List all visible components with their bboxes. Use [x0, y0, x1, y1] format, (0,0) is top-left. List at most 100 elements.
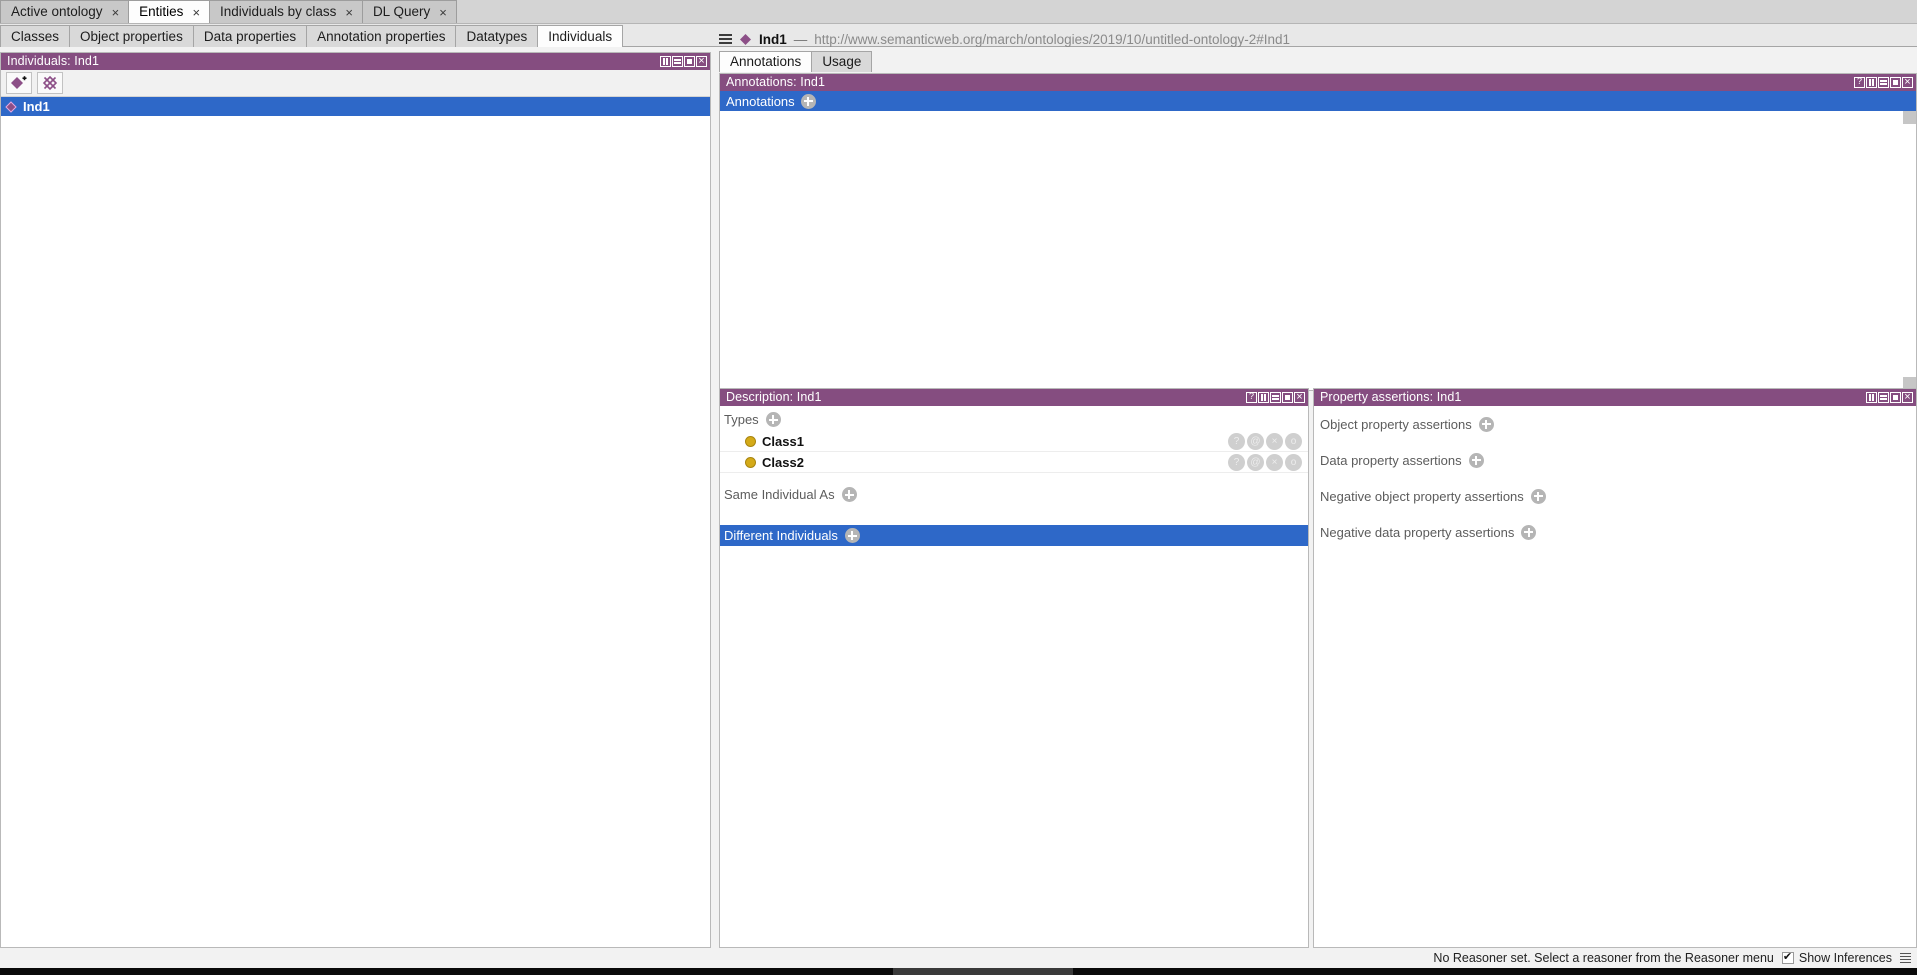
class-circle-icon: [745, 435, 756, 447]
edit-icon[interactable]: o: [1285, 433, 1302, 450]
section-same-individual-as[interactable]: Same Individual As: [720, 473, 1308, 506]
explain-icon[interactable]: ?: [1228, 454, 1245, 471]
add-annotation-button[interactable]: [800, 93, 816, 109]
section-different-individuals[interactable]: Different Individuals: [720, 525, 1308, 546]
property-assertions-panel-header: Property assertions: Ind1: [1314, 389, 1916, 406]
reasoner-status-text: No Reasoner set. Select a reasoner from …: [1433, 951, 1774, 965]
section-label: Negative object property assertions: [1320, 488, 1524, 504]
diamond-plus-icon: [11, 76, 27, 89]
add-individual-button[interactable]: [6, 72, 32, 94]
collapse-icon[interactable]: [672, 56, 683, 67]
section-label: Negative data property assertions: [1320, 524, 1515, 540]
close-icon[interactable]: [1902, 76, 1913, 88]
annotate-icon[interactable]: @: [1247, 454, 1264, 471]
tab-label: Usage: [822, 54, 862, 70]
tab-classes[interactable]: Classes: [0, 25, 71, 47]
tab-annotation-properties[interactable]: Annotation properties: [306, 25, 457, 47]
tab-label: Entities: [139, 4, 184, 20]
row-actions: ? @ × o: [1228, 454, 1302, 471]
tab-dl-query[interactable]: DL Query ×: [361, 0, 457, 23]
main-tab-bar: Active ontology × Entities × Individuals…: [0, 0, 1917, 24]
individuals-panel: Individuals: Ind1 × Ind1: [0, 52, 711, 948]
delete-icon[interactable]: ×: [1266, 433, 1283, 450]
show-inferences-checkbox[interactable]: [1781, 950, 1794, 964]
tab-individuals[interactable]: Individuals: [537, 25, 624, 47]
close-icon[interactable]: [696, 55, 707, 67]
add-data-property-assertion-button[interactable]: [1468, 452, 1484, 468]
split-view-icon[interactable]: [1866, 77, 1877, 88]
section-types[interactable]: Types: [720, 406, 1308, 431]
annotations-panel: Annotations: Ind1 Annotations: [719, 73, 1917, 391]
collapse-icon[interactable]: [1270, 392, 1281, 403]
individual-diamond-icon: [5, 100, 17, 113]
panel-controls: [1866, 391, 1913, 403]
protege-window: Active ontology × Entities × Individuals…: [0, 0, 1917, 975]
add-type-button[interactable]: [765, 412, 781, 427]
close-icon[interactable]: ×: [192, 6, 200, 19]
window-bottom-edge: [0, 968, 1917, 975]
tab-object-properties[interactable]: Object properties: [69, 25, 194, 47]
type-row-class1[interactable]: Class1 ? @ × o: [720, 431, 1308, 452]
section-label: Annotations: [726, 93, 795, 109]
type-row-class2[interactable]: Class2 ? @ × o: [720, 452, 1308, 473]
tab-label: Active ontology: [11, 4, 103, 20]
add-object-property-assertion-button[interactable]: [1478, 416, 1494, 432]
tab-datatypes[interactable]: Datatypes: [455, 25, 539, 47]
explain-icon[interactable]: ?: [1228, 433, 1245, 450]
description-panel-header: Description: Ind1: [720, 389, 1308, 406]
add-negative-data-property-assertion-button[interactable]: [1521, 524, 1537, 540]
section-label: Types: [724, 412, 759, 427]
section-data-property-assertions[interactable]: Data property assertions: [1314, 442, 1916, 478]
add-negative-object-property-assertion-button[interactable]: [1530, 488, 1546, 504]
entity-iri-bar: Ind1 — http://www.semanticweb.org/march/…: [719, 28, 1917, 50]
add-same-individual-button[interactable]: [841, 487, 857, 502]
hamburger-icon[interactable]: [719, 32, 732, 46]
section-negative-data-property-assertions[interactable]: Negative data property assertions: [1314, 514, 1916, 550]
tab-label: Object properties: [80, 28, 183, 44]
individuals-panel-header: Individuals: Ind1: [1, 53, 710, 70]
close-icon[interactable]: [1294, 391, 1305, 403]
list-item-ind1[interactable]: Ind1: [1, 97, 710, 116]
split-view-icon[interactable]: [660, 56, 671, 67]
section-negative-object-property-assertions[interactable]: Negative object property assertions: [1314, 478, 1916, 514]
add-different-individuals-button[interactable]: [844, 528, 860, 543]
panel-title: Property assertions: Ind1: [1320, 390, 1462, 405]
close-icon[interactable]: ×: [112, 6, 120, 19]
individual-diamond-icon: [740, 33, 751, 45]
collapse-icon[interactable]: [1878, 77, 1889, 88]
individuals-list[interactable]: Ind1: [1, 97, 710, 947]
section-object-property-assertions[interactable]: Object property assertions: [1314, 406, 1916, 442]
log-lines-icon[interactable]: [1900, 951, 1911, 965]
property-assertions-panel: Property assertions: Ind1 Object propert…: [1313, 388, 1917, 948]
delete-individual-button[interactable]: [37, 72, 63, 94]
maximize-icon[interactable]: [1890, 392, 1901, 403]
type-label: Class1: [762, 433, 804, 449]
annotations-section-row[interactable]: Annotations: [720, 91, 1916, 111]
tab-individuals-by-class[interactable]: Individuals by class ×: [209, 0, 363, 23]
tab-annotations[interactable]: Annotations: [719, 51, 813, 72]
entity-name: Ind1: [759, 31, 787, 47]
maximize-icon[interactable]: [1890, 77, 1901, 88]
split-view-icon[interactable]: [1258, 392, 1269, 403]
annotate-icon[interactable]: @: [1247, 433, 1264, 450]
resize-grip[interactable]: [893, 968, 1073, 975]
show-inferences-toggle[interactable]: Show Inferences: [1781, 950, 1892, 965]
help-icon[interactable]: [1246, 392, 1257, 403]
tab-label: Individuals by class: [220, 4, 337, 20]
scrollbar-up-handle[interactable]: [1903, 111, 1916, 124]
delete-icon[interactable]: ×: [1266, 454, 1283, 471]
tab-data-properties[interactable]: Data properties: [192, 25, 308, 47]
collapse-icon[interactable]: [1878, 392, 1889, 403]
help-icon[interactable]: [1854, 77, 1865, 88]
close-icon[interactable]: ×: [345, 6, 353, 19]
edit-icon[interactable]: o: [1285, 454, 1302, 471]
maximize-icon[interactable]: [1282, 392, 1293, 403]
section-label: Object property assertions: [1320, 416, 1472, 432]
split-view-icon[interactable]: [1866, 392, 1877, 403]
tab-entities[interactable]: Entities ×: [128, 0, 211, 23]
tab-usage[interactable]: Usage: [811, 51, 873, 72]
close-icon[interactable]: [1902, 391, 1913, 403]
close-icon[interactable]: ×: [439, 6, 447, 19]
tab-active-ontology[interactable]: Active ontology ×: [0, 0, 130, 23]
maximize-icon[interactable]: [684, 56, 695, 67]
